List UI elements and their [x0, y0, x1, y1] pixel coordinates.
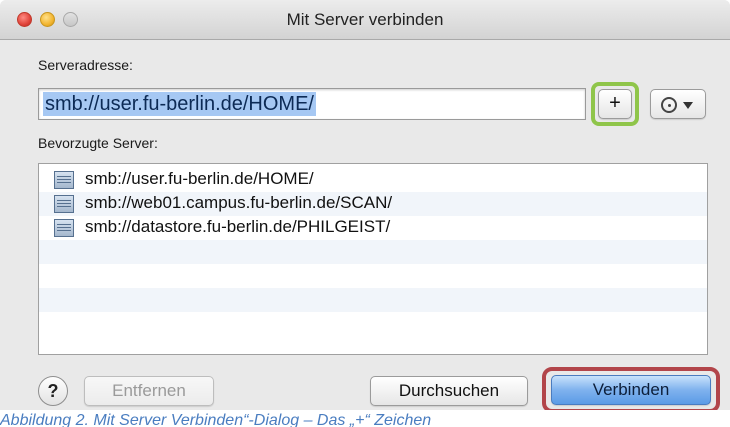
empty-row [39, 264, 707, 288]
chevron-down-icon [683, 102, 693, 109]
server-icon [54, 171, 74, 189]
server-address-label: Serveradresse: [38, 57, 133, 73]
browse-button[interactable]: Durchsuchen [370, 376, 528, 406]
figure-caption: Abbildung 2. Mit Server Verbinden“-Dialo… [0, 412, 432, 427]
list-item[interactable]: smb://user.fu-berlin.de/HOME/ [39, 168, 707, 192]
list-item-label: smb://user.fu-berlin.de/HOME/ [85, 169, 314, 188]
connect-button[interactable]: Verbinden [551, 375, 711, 405]
favorite-servers-label: Bevorzugte Server: [38, 135, 158, 151]
list-item[interactable]: smb://web01.campus.fu-berlin.de/SCAN/ [39, 192, 707, 216]
server-icon [54, 195, 74, 213]
server-address-value: smb://user.fu-berlin.de/HOME/ [43, 92, 316, 116]
connect-to-server-dialog: Mit Server verbinden Serveradresse: smb:… [0, 0, 730, 410]
help-button[interactable]: ? [38, 376, 68, 406]
add-favorite-button[interactable]: + [598, 89, 632, 119]
remove-button[interactable]: Entfernen [84, 376, 214, 406]
recent-servers-button[interactable] [650, 89, 706, 119]
list-item[interactable]: smb://datastore.fu-berlin.de/PHILGEIST/ [39, 216, 707, 240]
empty-row [39, 312, 707, 336]
empty-row [39, 288, 707, 312]
title-bar: Mit Server verbinden [0, 0, 730, 40]
empty-row [39, 240, 707, 264]
list-item-label: smb://datastore.fu-berlin.de/PHILGEIST/ [85, 217, 391, 236]
window-title: Mit Server verbinden [286, 10, 444, 29]
server-icon [54, 219, 74, 237]
favorite-servers-list[interactable]: smb://user.fu-berlin.de/HOME/ smb://web0… [38, 163, 708, 355]
clock-icon [661, 97, 677, 113]
list-item-label: smb://web01.campus.fu-berlin.de/SCAN/ [85, 193, 393, 212]
server-address-input[interactable]: smb://user.fu-berlin.de/HOME/ [38, 88, 586, 120]
